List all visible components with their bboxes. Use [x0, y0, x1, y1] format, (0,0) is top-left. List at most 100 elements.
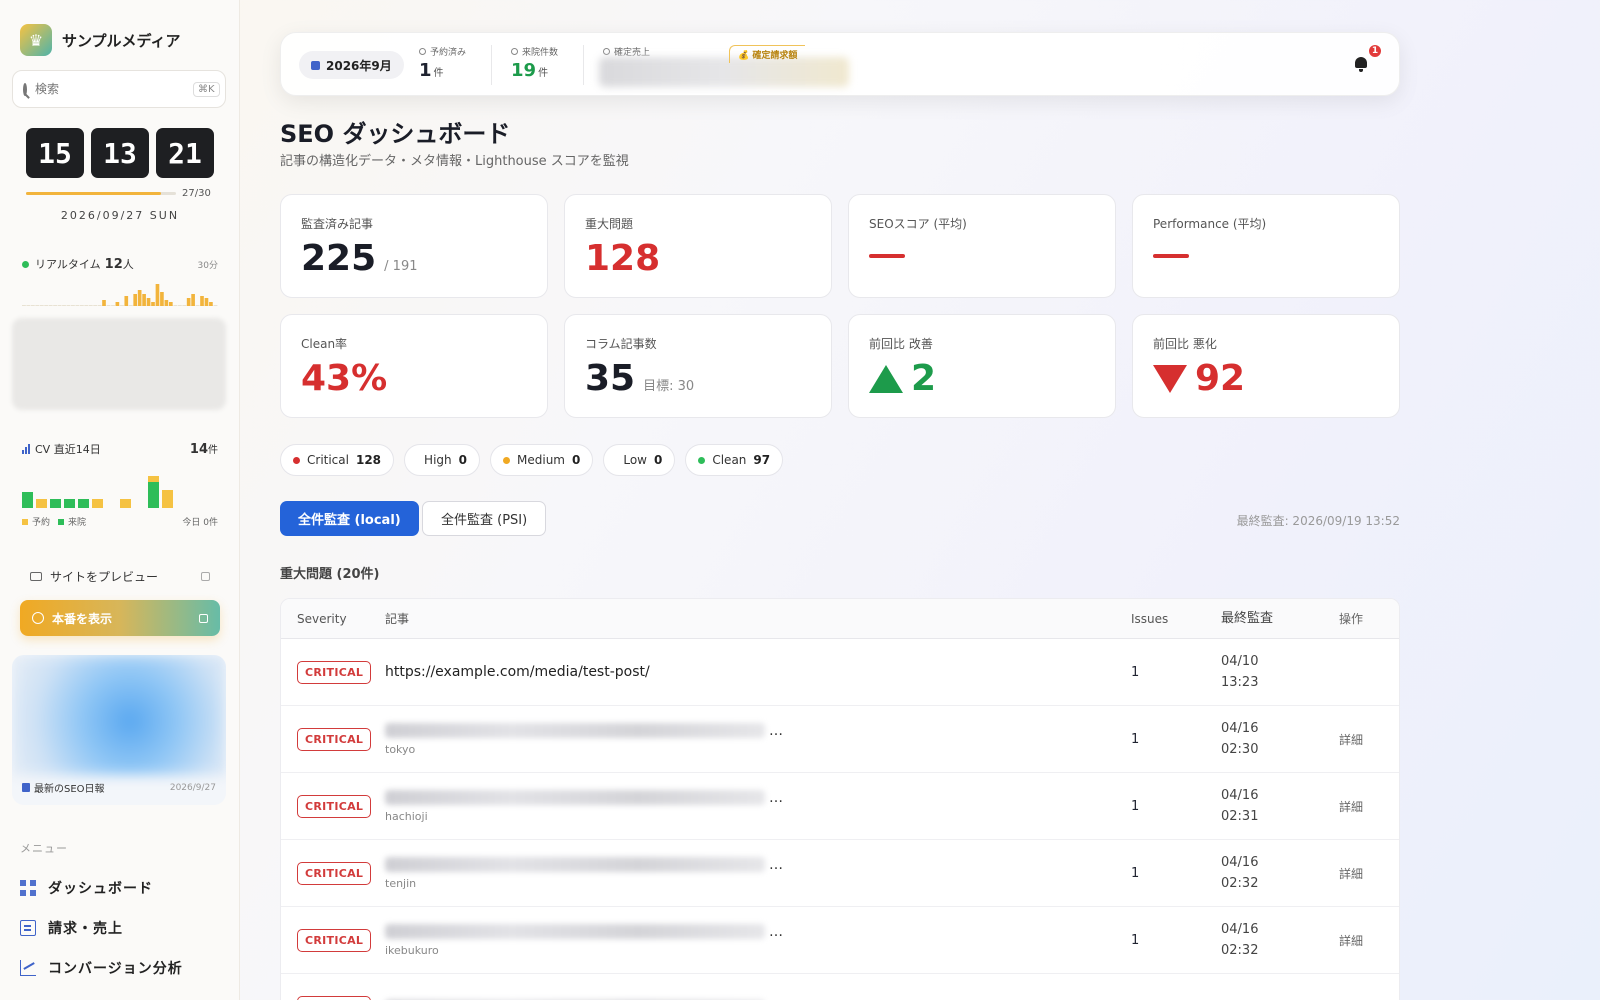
realtime-bar [209, 302, 213, 306]
audit-date: 04/16 [1221, 721, 1259, 736]
search-box[interactable]: ⌘K [12, 70, 226, 108]
sidebar-item-label: ダッシュボード [48, 881, 153, 897]
detail-link[interactable]: 詳細 [1339, 798, 1399, 815]
ellipsis: … [769, 722, 783, 739]
chip-count: 0 [458, 453, 467, 467]
triangle-down-icon [1153, 364, 1187, 393]
table-row[interactable]: CRITICAL https://example.com/media/test-p… [281, 639, 1399, 706]
cv-bar-booked [162, 490, 173, 508]
sidebar-item-conversion[interactable]: コンバージョン分析 [20, 948, 230, 988]
stat-visits-value: 19 [511, 60, 537, 81]
chip-count: 0 [571, 453, 581, 467]
external-link-icon [201, 572, 210, 581]
article-cell: https://example.com/media/test-post/ [385, 664, 1131, 680]
col-article[interactable]: 記事 [385, 610, 1131, 627]
bar-chart-icon [22, 444, 30, 454]
article-title-blurred[interactable]: … [385, 857, 1131, 873]
kpi-critical: 重大問題 128 [564, 194, 832, 298]
issues-count: 1 [1131, 664, 1140, 680]
search-input[interactable] [35, 82, 185, 96]
status-dot-icon [293, 456, 300, 464]
clock-hours: 15 [26, 128, 84, 178]
sidebar-item-dashboard[interactable]: ダッシュボード [20, 868, 230, 908]
blurred-text [385, 857, 765, 872]
severity-cell: CRITICAL [281, 794, 385, 818]
realtime-bar [151, 302, 155, 306]
filter-chip-low[interactable]: Low 0 [603, 444, 676, 476]
realtime-baseline [93, 305, 98, 306]
kpi-label: SEOスコア (平均) [869, 217, 967, 231]
seo-report-card[interactable]: 最新のSEO日報 2026/9/27 [12, 655, 226, 805]
issues-count: 1 [1131, 932, 1140, 948]
month-progress-bar [26, 192, 176, 195]
audit-local-button[interactable]: 全件監査 (local) [280, 501, 419, 536]
realtime-baseline [48, 305, 53, 306]
audit-date: 04/16 [1221, 997, 1339, 1000]
realtime-bar [124, 296, 129, 306]
blurred-text [385, 924, 765, 939]
realtime-bar [204, 298, 209, 306]
no-data-dash [1153, 254, 1189, 258]
filter-chip-critical[interactable]: Critical 128 [280, 444, 395, 476]
search-icon [23, 82, 27, 96]
article-title-blurred[interactable]: … [385, 723, 1131, 739]
brand[interactable]: ♛ サンプルメディア [20, 24, 181, 56]
monitor-icon [30, 572, 42, 581]
article-cell: … hachioji [385, 790, 1131, 823]
month-progress-fill [26, 192, 161, 195]
col-severity[interactable]: Severity [281, 612, 385, 626]
last-audit-cell: 04/16 02:32 [1221, 852, 1339, 894]
clock-seconds: 21 [156, 128, 214, 178]
article-title-blurred[interactable]: … [385, 924, 1131, 940]
filter-chip-medium[interactable]: Medium 0 [490, 444, 594, 476]
month-selector[interactable]: 2026年9月 [299, 51, 404, 79]
table-row[interactable]: CRITICAL … ikebukuro 1 04/16 02:32 詳細 [281, 907, 1399, 974]
view-live-button[interactable]: 本番を表示 [20, 600, 220, 636]
chip-count: 128 [355, 453, 382, 467]
crown-logo-icon: ♛ [20, 24, 52, 56]
audit-psi-button[interactable]: 全件監査 (PSI) [422, 501, 547, 536]
realtime-bar [164, 300, 169, 306]
kpi-value: 35 [585, 358, 636, 399]
kpi-improved: 前回比 改善 2 [848, 314, 1116, 418]
table-row[interactable]: CRITICAL…04/16 [281, 974, 1399, 1000]
article-title-blurred[interactable]: … [385, 790, 1131, 806]
col-issues[interactable]: Issues [1131, 612, 1221, 626]
table-row[interactable]: CRITICAL … tokyo 1 04/16 02:30 詳細 [281, 706, 1399, 773]
cv-summary: CV 直近14日 14件 [22, 441, 218, 457]
kpi-label: 監査済み記事 [301, 217, 374, 231]
sidebar-item-billing[interactable]: 請求・売上 [20, 908, 230, 948]
month-label: 2026年9月 [326, 58, 392, 73]
search-shortcut: ⌘K [193, 81, 220, 97]
detail-link[interactable]: 詳細 [1339, 865, 1399, 882]
realtime-bar [102, 300, 106, 306]
col-last-audit[interactable]: 最終監査 [1221, 608, 1339, 629]
severity-cell: CRITICAL [281, 928, 385, 952]
report-caption: 最新のSEO日報 2026/9/27 [22, 780, 216, 795]
realtime-baseline [53, 305, 58, 306]
last-audit-cell: 04/16 02:32 [1221, 919, 1339, 961]
legend-visit-swatch [58, 518, 65, 525]
ellipsis: … [769, 789, 783, 806]
site-preview-link[interactable]: サイトをプレビュー [30, 568, 210, 585]
blurred-text [385, 723, 765, 738]
external-link-icon [199, 613, 208, 623]
detail-link[interactable]: 詳細 [1339, 932, 1399, 949]
article-url[interactable]: https://example.com/media/test-post/ [385, 664, 1131, 680]
issues-count: 1 [1131, 798, 1140, 814]
filter-chip-high[interactable]: High 0 [404, 444, 480, 476]
realtime-baseline [177, 305, 182, 306]
severity-badge: CRITICAL [297, 727, 372, 751]
stat-visits: 来院件数 19 件 [511, 45, 558, 81]
severity-cell: CRITICAL [281, 861, 385, 885]
bell-icon[interactable] [1353, 55, 1369, 73]
table-row[interactable]: CRITICAL … tenjin 1 04/16 02:32 詳細 [281, 840, 1399, 907]
filter-chip-clean[interactable]: Clean 97 [685, 444, 784, 476]
chip-count: 97 [753, 453, 771, 467]
detail-link[interactable]: 詳細 [1339, 731, 1399, 748]
flag-icon [511, 48, 518, 55]
kpi-label: 前回比 悪化 [1153, 337, 1217, 351]
table-row[interactable]: CRITICAL … hachioji 1 04/16 02:31 詳細 [281, 773, 1399, 840]
severity-cell: CRITICAL [281, 660, 385, 684]
realtime-visitors: リアルタイム 12 人 30分 [22, 256, 218, 272]
